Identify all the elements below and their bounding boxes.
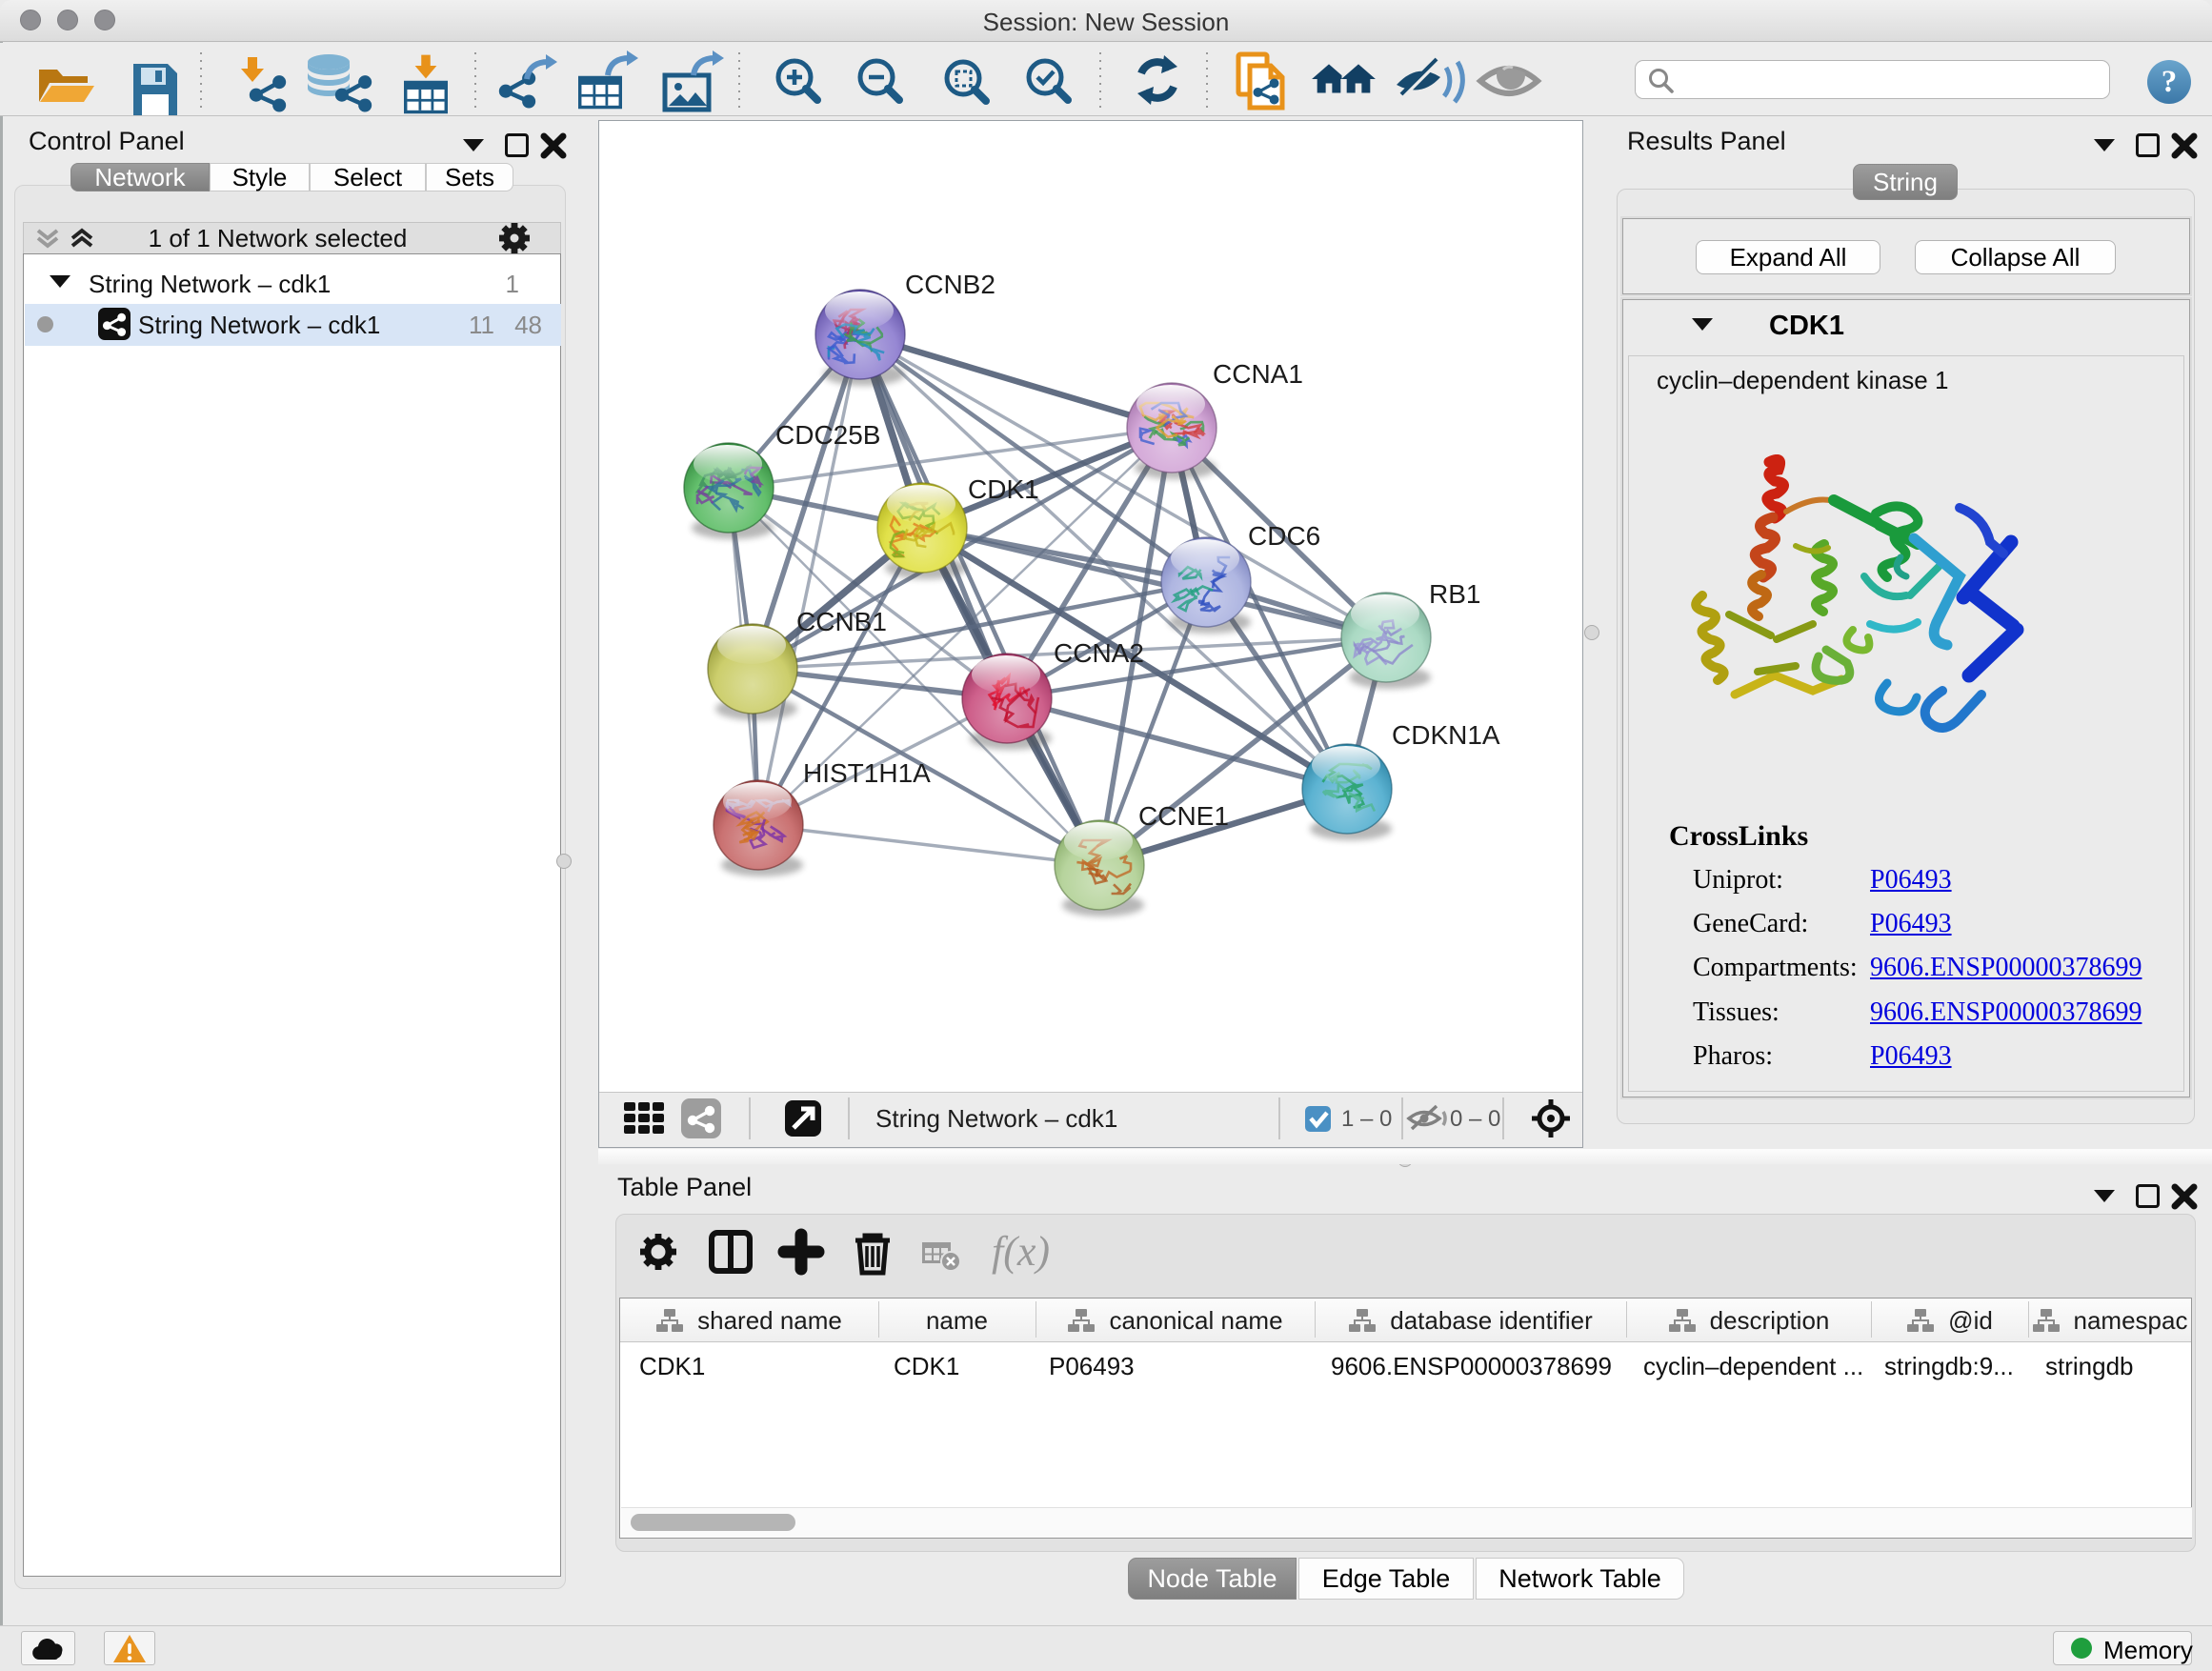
svg-text:CCNE1: CCNE1 bbox=[1138, 801, 1229, 831]
svg-text:1 – 0: 1 – 0 bbox=[1341, 1106, 1392, 1132]
svg-text:CCNA2: CCNA2 bbox=[1054, 638, 1144, 668]
svg-text:CDKN1A: CDKN1A bbox=[1392, 720, 1500, 750]
svg-text:f(x): f(x) bbox=[992, 1228, 1050, 1275]
svg-text:0 – 0: 0 – 0 bbox=[1450, 1106, 1500, 1132]
svg-text:CCNB1: CCNB1 bbox=[796, 607, 887, 636]
svg-text:CCNB2: CCNB2 bbox=[905, 270, 995, 299]
svg-text:CDC6: CDC6 bbox=[1248, 521, 1320, 551]
svg-text:RB1: RB1 bbox=[1429, 579, 1480, 609]
svg-text:HIST1H1A: HIST1H1A bbox=[803, 758, 931, 788]
svg-text:CCNA1: CCNA1 bbox=[1213, 359, 1303, 389]
svg-text:String Network – cdk1: String Network – cdk1 bbox=[875, 1104, 1117, 1133]
svg-text:CDC25B: CDC25B bbox=[775, 420, 880, 450]
svg-text:CDK1: CDK1 bbox=[968, 474, 1039, 504]
